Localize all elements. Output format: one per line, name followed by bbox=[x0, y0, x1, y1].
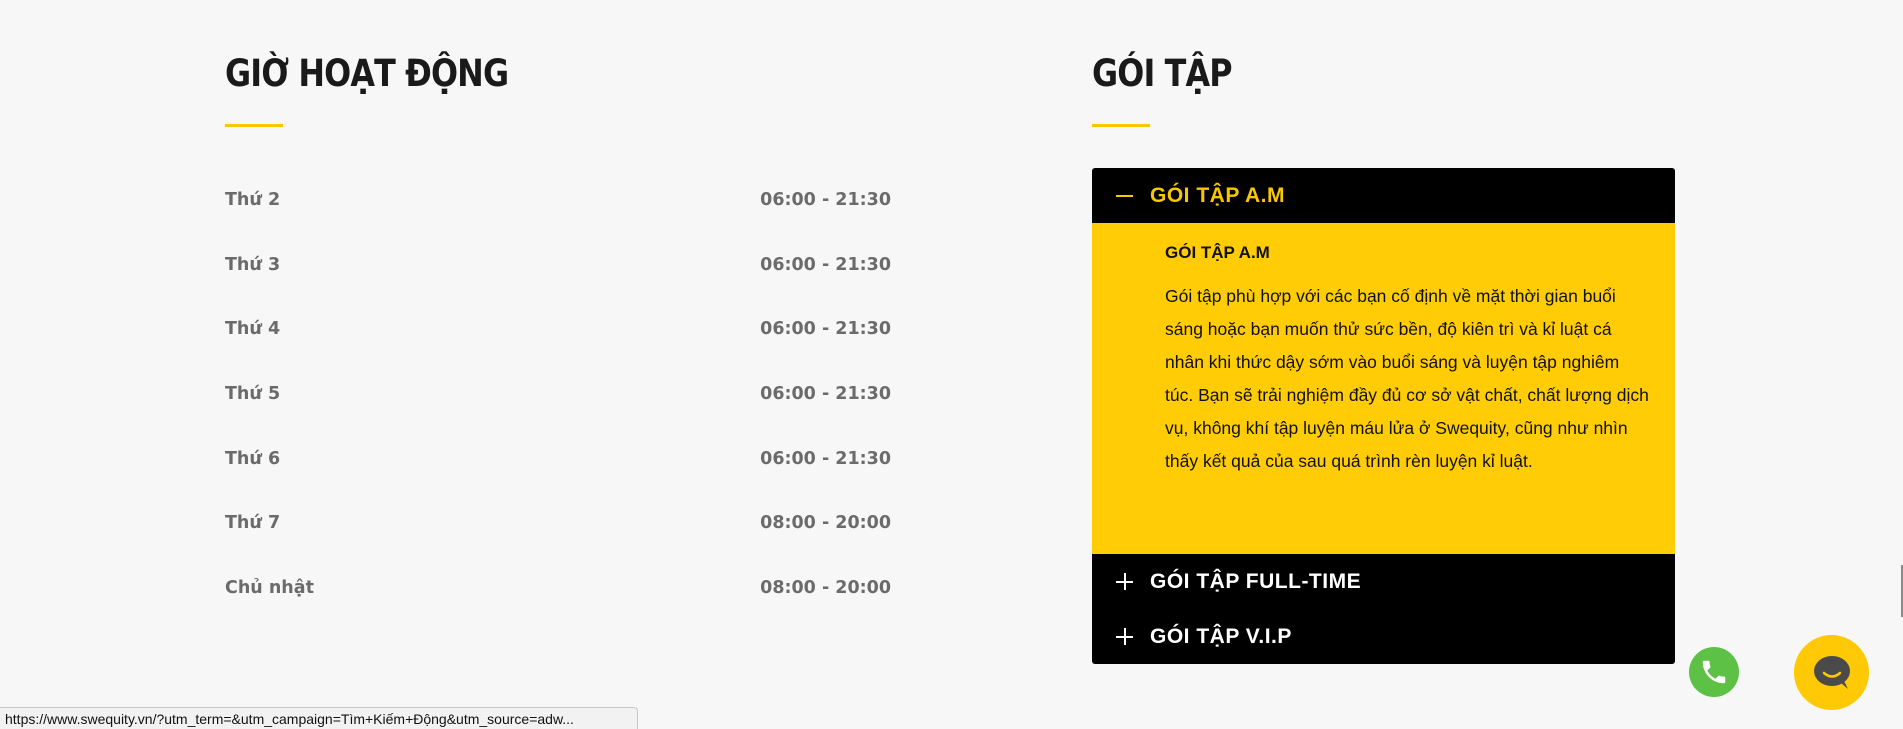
packages-accordion: GÓI TẬP A.M GÓI TẬP A.M Gói tập phù hợp … bbox=[1092, 168, 1675, 664]
chat-button[interactable] bbox=[1794, 635, 1869, 710]
browser-status-bar: https://www.swequity.vn/?utm_term=&utm_c… bbox=[0, 707, 638, 729]
hours-row: Thứ 2 06:00 - 21:30 bbox=[225, 168, 891, 233]
day-label: Thứ 5 bbox=[225, 384, 281, 405]
time-range: 06:00 - 21:30 bbox=[760, 384, 891, 405]
accordion-header-vip[interactable]: GÓI TẬP V.I.P bbox=[1092, 609, 1675, 664]
day-label: Thứ 3 bbox=[225, 254, 281, 275]
time-range: 08:00 - 20:00 bbox=[760, 513, 891, 534]
plus-icon bbox=[1116, 573, 1133, 590]
hours-row: Thứ 4 06:00 - 21:30 bbox=[225, 297, 891, 362]
time-range: 06:00 - 21:30 bbox=[760, 254, 891, 275]
accordion-panel-am: GÓI TẬP A.M Gói tập phù hợp với các bạn … bbox=[1092, 223, 1675, 554]
hours-row: Thứ 3 06:00 - 21:30 bbox=[225, 233, 891, 298]
time-range: 06:00 - 21:30 bbox=[760, 319, 891, 340]
accordion-header-full-time[interactable]: GÓI TẬP FULL-TIME bbox=[1092, 554, 1675, 609]
packages-title: GÓI TẬP bbox=[1092, 52, 1233, 95]
accordion-header-am[interactable]: GÓI TẬP A.M bbox=[1092, 168, 1675, 223]
hours-row: Thứ 7 08:00 - 20:00 bbox=[225, 491, 891, 556]
hours-row: Chủ nhật 08:00 - 20:00 bbox=[225, 556, 891, 621]
time-range: 06:00 - 21:30 bbox=[760, 448, 891, 469]
accordion-label: GÓI TẬP FULL-TIME bbox=[1150, 569, 1362, 593]
panel-description: Gói tập phù hợp với các bạn cố định về m… bbox=[1165, 286, 1649, 471]
title-underline bbox=[1092, 124, 1150, 127]
day-label: Thứ 2 bbox=[225, 190, 281, 211]
time-range: 06:00 - 21:30 bbox=[760, 190, 891, 211]
chat-bubble-icon bbox=[1813, 655, 1850, 689]
opening-hours-title: GIỜ HOẠT ĐỘNG bbox=[225, 52, 509, 95]
accordion-label: GÓI TẬP V.I.P bbox=[1150, 624, 1292, 648]
time-range: 08:00 - 20:00 bbox=[760, 577, 891, 598]
opening-hours-list: Thứ 2 06:00 - 21:30 Thứ 3 06:00 - 21:30 … bbox=[225, 168, 891, 620]
day-label: Thứ 7 bbox=[225, 513, 281, 534]
hours-row: Thứ 5 06:00 - 21:30 bbox=[225, 362, 891, 427]
hours-row: Thứ 6 06:00 - 21:30 bbox=[225, 426, 891, 491]
plus-icon bbox=[1116, 628, 1133, 645]
minus-icon bbox=[1116, 187, 1133, 204]
panel-title: GÓI TẬP A.M bbox=[1165, 243, 1270, 262]
accordion-label: GÓI TẬP A.M bbox=[1150, 183, 1286, 207]
title-underline bbox=[225, 124, 283, 127]
day-label: Chủ nhật bbox=[225, 577, 314, 598]
day-label: Thứ 6 bbox=[225, 448, 281, 469]
day-label: Thứ 4 bbox=[225, 319, 281, 340]
phone-icon bbox=[1702, 660, 1726, 684]
phone-call-button[interactable] bbox=[1689, 647, 1739, 697]
